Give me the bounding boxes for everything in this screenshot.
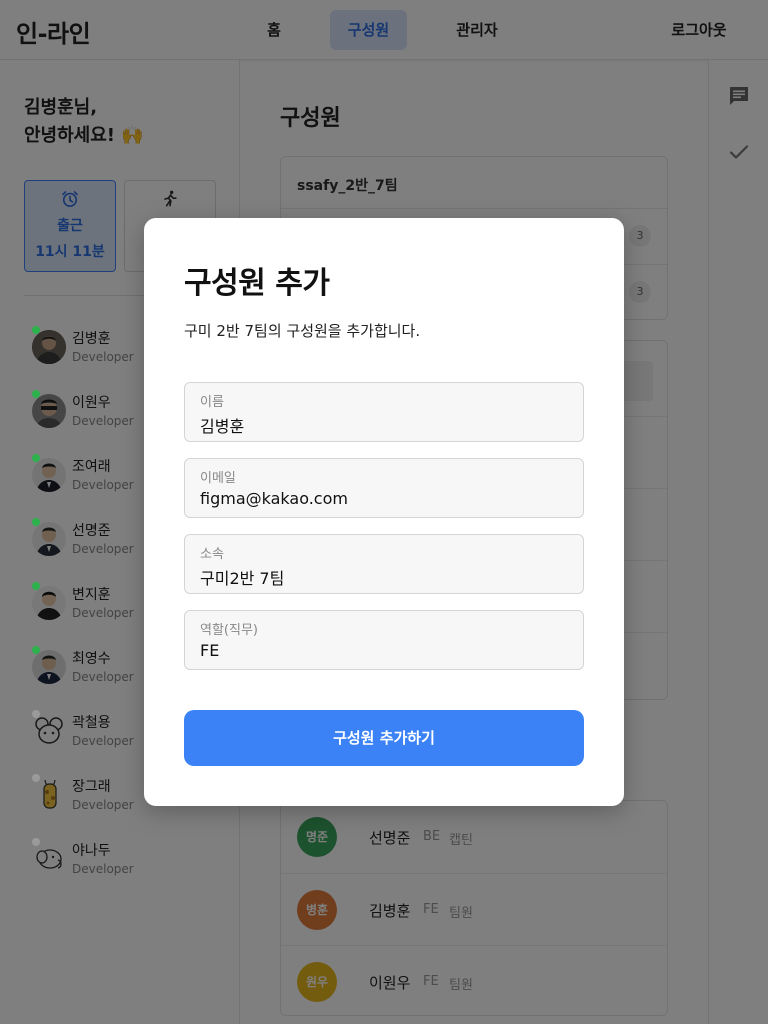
online-status-dot [32,326,40,334]
online-status-dot [32,390,40,398]
offline-status-dot [32,838,40,846]
offline-status-dot [32,710,40,718]
email-field[interactable]: 이메일 figma@kakao.com [184,458,584,518]
role-field-value[interactable]: FE [200,641,219,660]
offline-status-dot [32,774,40,782]
affiliation-field-value[interactable]: 구미2반 7팀 [200,565,284,589]
modal-description: 구미 2반 7팀의 구성원을 추가합니다. [184,322,421,340]
add-member-modal: 구성원 추가 구미 2반 7팀의 구성원을 추가합니다. 이름 김병훈 이메일 … [144,218,624,806]
affiliation-field[interactable]: 소속 구미2반 7팀 [184,534,584,594]
role-field-label: 역할(직무) [200,623,258,638]
online-status-dot [32,646,40,654]
name-field[interactable]: 이름 김병훈 [184,382,584,442]
role-field[interactable]: 역할(직무) FE [184,610,584,670]
affiliation-field-label: 소속 [200,547,224,562]
name-field-label: 이름 [200,395,224,410]
modal-title: 구성원 추가 [184,266,330,301]
add-member-submit-button[interactable]: 구성원 추가하기 [184,710,584,766]
email-field-value[interactable]: figma@kakao.com [200,489,348,508]
email-field-label: 이메일 [200,471,236,486]
online-status-dot [32,454,40,462]
name-field-value[interactable]: 김병훈 [200,413,244,437]
online-status-dot [32,518,40,526]
online-status-dot [32,582,40,590]
